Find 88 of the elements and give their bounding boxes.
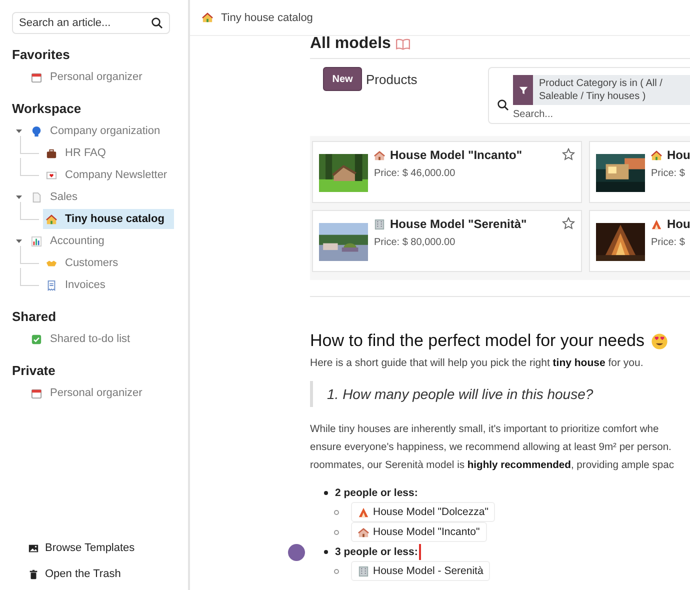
search-field[interactable]: Search an article...: [12, 12, 170, 34]
intro-text: Here is a short guide that will help you pick the right tiny house for you.: [310, 357, 644, 369]
section-heading: Workspace: [12, 101, 82, 116]
sidebar-item[interactable]: Invoices: [46, 275, 110, 295]
facet-label: Product Category is in ( All / Saleable / Tiny houses ): [538, 77, 664, 104]
list-item-text: 2 people or less:: [335, 486, 418, 498]
sidebar-item[interactable]: Company organization: [31, 121, 164, 141]
product-card[interactable]: House Model "Serenità" Price: $ 80,000.00: [312, 210, 582, 272]
bullet-icon: [334, 510, 339, 514]
sidebar-item[interactable]: Personal organizer: [31, 383, 146, 403]
bullet-icon: [324, 550, 328, 554]
search-icon: [151, 17, 163, 29]
section-heading: Private: [12, 363, 56, 378]
caret-icon[interactable]: [15, 237, 23, 245]
tree-line: [20, 202, 39, 220]
house-icon: [358, 526, 369, 538]
section-heading: Favorites: [12, 47, 71, 62]
head-icon: [31, 126, 42, 136]
tent-icon: [651, 218, 662, 230]
receipt-icon: [46, 280, 57, 290]
bar-chart-icon: [31, 236, 42, 246]
product-price: Price: $ 80,000.00: [374, 237, 456, 248]
product-card[interactable]: Hou Price: $: [589, 210, 690, 272]
breadcrumb[interactable]: Tiny house catalog: [202, 12, 313, 24]
briefcase-icon: [46, 148, 57, 158]
filter-icon: [513, 75, 533, 105]
avatar: [288, 544, 305, 561]
search-field[interactable]: Product Category is in ( All / Saleable / Tiny houses ) Search...: [488, 67, 690, 124]
sidebar-item[interactable]: Company Newsletter: [46, 165, 172, 185]
product-price: Price: $: [651, 237, 686, 248]
image-icon: [28, 542, 39, 554]
heart-eyes-icon: [650, 332, 668, 350]
star-icon[interactable]: [562, 217, 575, 230]
product-link[interactable]: House Model "Incanto": [351, 522, 487, 542]
trash-link[interactable]: Open the Trash: [28, 566, 188, 582]
house-icon: [651, 150, 662, 160]
tree-line: [20, 246, 39, 264]
product-link[interactable]: House Model "Dolcezza": [351, 502, 496, 522]
trash-icon: [28, 568, 39, 580]
calendar-icon: [31, 388, 42, 398]
product-price: Price: $: [651, 168, 686, 179]
book-icon: [394, 37, 411, 51]
product-card[interactable]: Hou Price: $: [589, 141, 690, 203]
section-heading: How to find the perfect model for your needs: [310, 331, 645, 351]
new-button[interactable]: New: [323, 67, 362, 91]
tree-line: [20, 268, 39, 286]
section-heading: Shared: [12, 309, 58, 324]
product-name: Hou: [667, 148, 690, 162]
product-name: House Model "Incanto": [390, 148, 522, 162]
star-icon[interactable]: [562, 148, 575, 161]
quote-text: 1. How many people will live in this house?: [310, 381, 690, 407]
tent-icon: [358, 506, 369, 518]
calendar-icon: [31, 72, 42, 82]
house-icon: [202, 12, 213, 23]
house-icon: [46, 214, 57, 224]
sidebar-item[interactable]: Sales: [31, 187, 82, 207]
sidebar-item[interactable]: Accounting: [31, 231, 108, 251]
building-icon: [374, 218, 385, 230]
check-icon: [31, 334, 42, 344]
sidebar-item[interactable]: Customers: [46, 253, 122, 273]
browse-templates-link[interactable]: Browse Templates: [28, 540, 188, 556]
product-card[interactable]: House Model "Incanto" Price: $ 46,000.00: [312, 141, 582, 203]
caret-icon[interactable]: [15, 127, 23, 135]
article-heading: All models: [310, 35, 391, 53]
document-icon: [31, 192, 42, 202]
sidebar-item[interactable]: Shared to-do list: [31, 329, 134, 349]
caret-icon[interactable]: [15, 193, 23, 201]
building-icon: [358, 566, 369, 576]
filter-facet[interactable]: Product Category is in ( All / Saleable / Tiny houses ): [513, 75, 690, 105]
text-cursor: [418, 544, 421, 560]
tree-line: [20, 158, 39, 176]
bullet-icon: [324, 490, 328, 494]
sidebar-item[interactable]: Tiny house catalog: [43, 209, 174, 229]
tree-line: [20, 136, 39, 154]
product-price: Price: $ 46,000.00: [374, 168, 456, 179]
sidebar-item[interactable]: Personal organizer: [31, 67, 146, 87]
heart-letter-icon: [46, 170, 57, 180]
product-name: Hou: [667, 217, 690, 231]
sidebar-item[interactable]: HR FAQ: [46, 143, 110, 163]
bullet-icon: [334, 530, 339, 534]
search-icon: [497, 98, 509, 110]
bullet-icon: [334, 568, 339, 574]
product-name: House Model "Serenità": [390, 217, 527, 231]
house-icon: [374, 150, 385, 160]
body-paragraph: While tiny houses are inherently small, it's important to prioritize comfort whe ensure everyone's happiness, we recommend allowing at least 9m² per person. roommates, our Serenità model is highly recommended, providing ample spac: [310, 423, 675, 473]
list-item-text: 3 people or less:: [335, 546, 418, 558]
view-title: Products: [366, 72, 418, 86]
product-link[interactable]: House Model - Serenità: [351, 561, 490, 581]
